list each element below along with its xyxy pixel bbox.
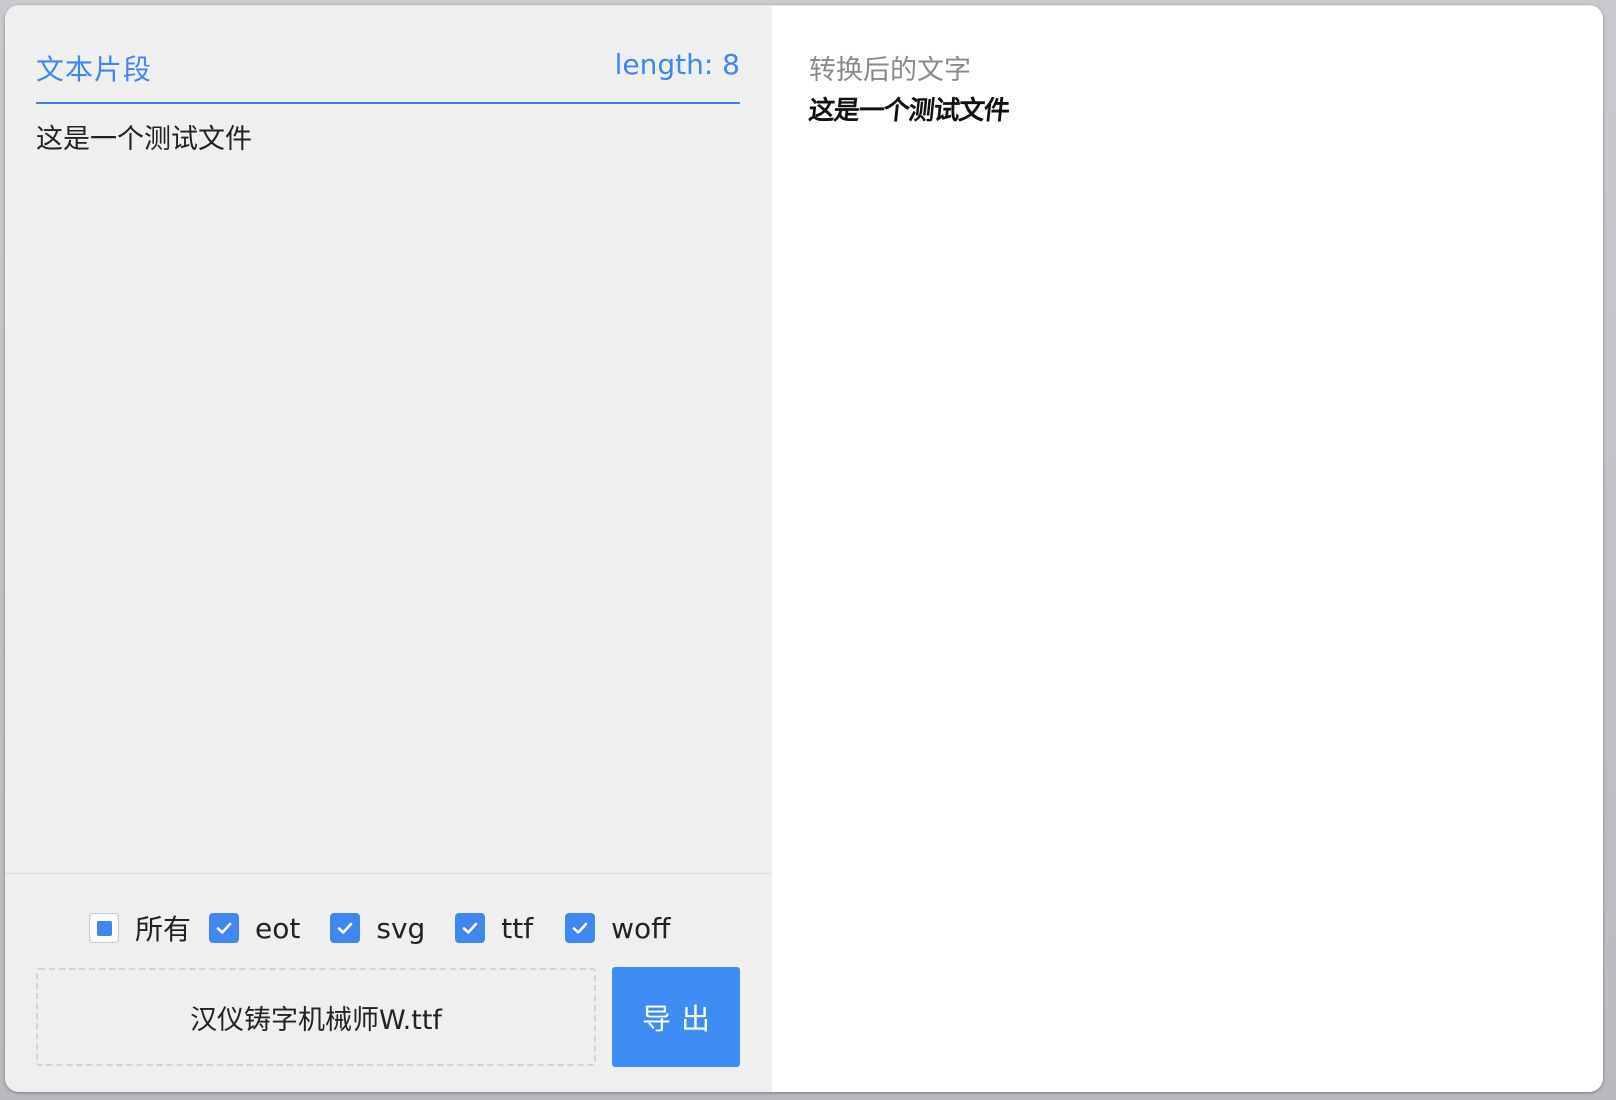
converted-text-preview: 这是一个测试文件 (807, 96, 1011, 126)
checkmark-icon[interactable] (209, 913, 240, 943)
font-file-dropzone[interactable]: 汉仪铸字机械师W.ttf (36, 968, 596, 1066)
format-ttf-label: ttf (501, 911, 534, 945)
format-ttf-checkbox[interactable]: ttf (455, 912, 533, 945)
app-window: 文本片段 length: 8 这是一个测试文件 所有 eot svg ttf w… (5, 5, 1603, 1092)
format-svg-label: svg (376, 911, 426, 945)
indeterminate-checkbox-icon[interactable] (89, 913, 119, 943)
source-title: 文本片段 (36, 53, 153, 86)
format-eot-label: eot (255, 911, 301, 945)
format-eot-checkbox[interactable]: eot (209, 912, 300, 945)
export-button[interactable]: 导出 (612, 967, 740, 1067)
source-text-input[interactable]: 这是一个测试文件 (36, 120, 740, 860)
font-file-name: 汉仪铸字机械师W.ttf (190, 1004, 442, 1036)
checkmark-icon[interactable] (565, 913, 596, 943)
source-panel: 文本片段 length: 8 这是一个测试文件 所有 eot svg ttf w… (5, 6, 772, 1092)
export-options: 所有 eot svg ttf woff 汉仪铸字机械师W.ttf 导出 (5, 873, 772, 1092)
source-header: 文本片段 length: 8 (36, 42, 740, 104)
format-woff-checkbox[interactable]: woff (565, 912, 670, 945)
format-woff-label: woff (611, 911, 671, 945)
format-checkbox-group: 所有 eot svg ttf woff (89, 910, 688, 946)
format-all-label: 所有 (135, 913, 192, 946)
checkmark-icon[interactable] (330, 913, 361, 943)
result-title: 转换后的文字 (809, 55, 971, 86)
result-panel: 转换后的文字 这是一个测试文件 (772, 6, 1603, 1092)
format-all-checkbox[interactable]: 所有 (89, 908, 191, 948)
format-svg-checkbox[interactable]: svg (330, 912, 425, 945)
length-counter: length: 8 (614, 48, 740, 81)
checkmark-icon[interactable] (455, 913, 486, 943)
